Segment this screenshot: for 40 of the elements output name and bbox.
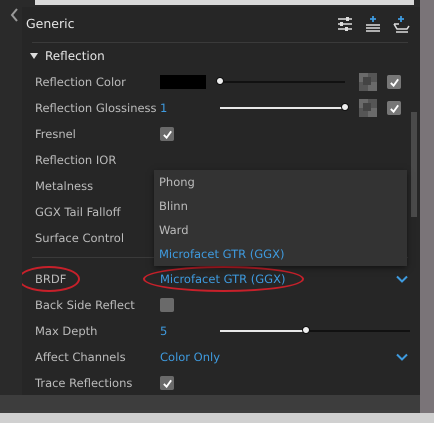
scrollbar[interactable]: [411, 112, 417, 217]
value-text[interactable]: 5: [160, 324, 220, 338]
checkbox[interactable]: [387, 101, 401, 115]
chevron-down-icon[interactable]: [396, 353, 408, 361]
property-label: Max Depth: [35, 324, 98, 338]
checkbox[interactable]: [160, 376, 174, 390]
triangle-icon: [30, 52, 38, 60]
slider-thumb[interactable]: [302, 326, 310, 334]
panel-title: Generic: [26, 16, 76, 31]
menu-option[interactable]: Microfacet GTR (GGX): [154, 242, 407, 266]
property-label: Surface Control: [35, 231, 126, 245]
slider-thumb[interactable]: [216, 77, 224, 85]
checkbox[interactable]: [160, 127, 174, 141]
property-label: BRDF: [35, 272, 68, 286]
checkbox[interactable]: [160, 298, 174, 312]
circle-mark: [22, 266, 80, 292]
add-tray-icon[interactable]: [392, 14, 410, 32]
property-label: Reflection IOR: [35, 153, 118, 167]
menu-option[interactable]: Phong: [154, 170, 407, 194]
property-label: Fresnel: [35, 127, 77, 141]
property-label: Metalness: [35, 179, 94, 193]
slider-thumb[interactable]: [341, 103, 349, 111]
property-label: Reflection Color: [35, 75, 127, 89]
section-header[interactable]: Reflection: [22, 43, 408, 69]
menu-option[interactable]: Blinn: [154, 194, 407, 218]
settings-sliders-icon[interactable]: [336, 14, 354, 32]
property-label: Trace Reflections: [35, 376, 134, 390]
property-label: GGX Tail Falloff: [35, 205, 122, 219]
value-text[interactable]: 1: [160, 101, 220, 115]
property-label: Back Side Reflect: [35, 298, 136, 312]
menu-option[interactable]: Ward: [154, 218, 407, 242]
dropdown-value[interactable]: Microfacet GTR (GGX): [160, 272, 286, 286]
property-label: Affect Channels: [35, 350, 127, 364]
back-icon[interactable]: [10, 8, 19, 22]
add-list-icon[interactable]: [364, 14, 382, 32]
color-swatch[interactable]: [160, 75, 206, 89]
property-label: Reflection Glossiness: [35, 101, 158, 115]
checkbox[interactable]: [387, 75, 401, 89]
chevron-down-icon[interactable]: [396, 275, 408, 283]
dropdown-value[interactable]: Color Only: [160, 350, 220, 364]
